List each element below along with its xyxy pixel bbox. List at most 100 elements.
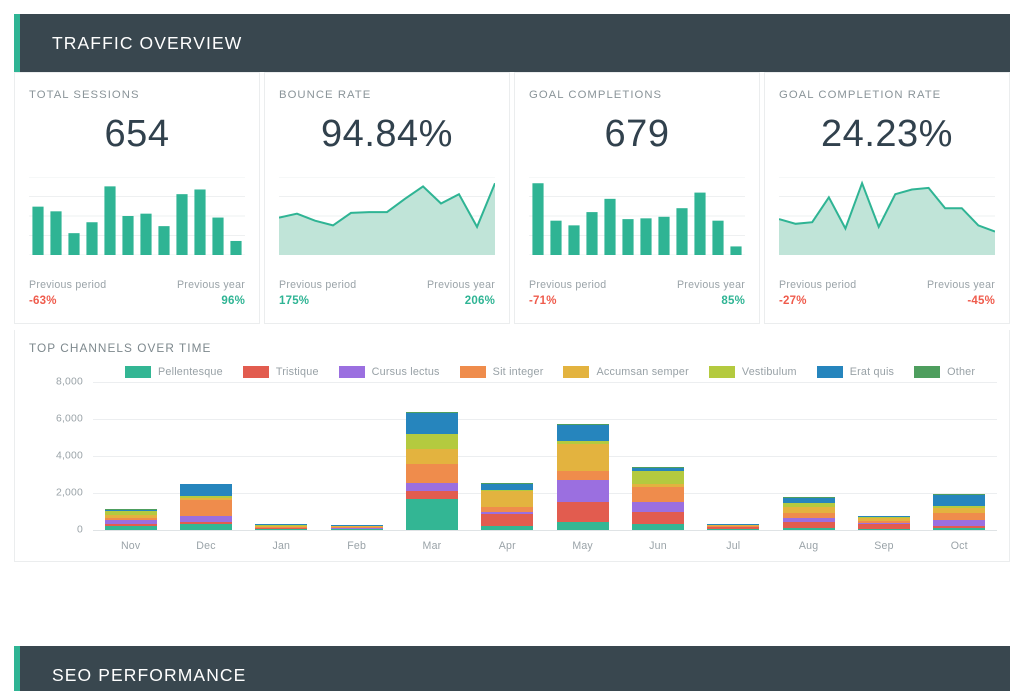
bar-segment[interactable] [631,486,684,503]
bar-segment[interactable] [405,464,458,484]
bar-category-slot: Jan [244,374,319,552]
kpi-comparison-value: -63% [29,295,57,307]
bar-segment[interactable] [933,528,986,530]
bar-segment[interactable] [481,525,534,530]
stacked-bar[interactable] [330,524,383,530]
bar-category-slot: Apr [470,374,545,552]
kpi-card-strip: TOTAL SESSIONS 654 Previous period Previous… [14,72,1010,324]
stacked-bar[interactable] [556,424,609,530]
chart-plot-area: 0 2,000 4,000 6,000 8,000 Nov Dec Jan Feb Mar Apr M… [15,374,1011,560]
section-title-seo: SEO PERFORMANCE [52,664,247,685]
kpi-comparison-label: Previous year [926,279,995,291]
kpi-comparison-label: Previous period [279,279,357,291]
bar-segment[interactable] [556,480,609,502]
x-axis-tick-label: Mar [422,540,442,552]
bar-segment[interactable] [631,471,684,484]
kpi-card: TOTAL SESSIONS 654 Previous period Previous… [14,72,260,324]
bar-segment[interactable] [179,484,232,497]
x-axis-tick-label: May [572,540,593,552]
kpi-comparison-value: -27% [779,295,807,307]
bar-group-container: Nov Dec Jan Feb Mar Apr May Jun Jul Aug Sep Oct [93,374,997,552]
bar-segment[interactable] [330,529,383,530]
bar-segment[interactable] [179,499,232,517]
x-axis-tick-label: Jul [726,540,741,552]
kpi-value: 94.84% [321,113,453,155]
kpi-comparison-label: Previous period [29,279,107,291]
bar-segment[interactable] [631,523,684,530]
x-axis-tick-label: Oct [950,540,968,552]
kpi-sparkline [529,176,745,256]
stacked-bar[interactable] [405,412,458,530]
kpi-value: 654 [104,113,170,155]
kpi-comparison-label: Previous year [676,279,745,291]
bar-category-slot: Aug [771,374,846,552]
stacked-bar[interactable] [104,508,157,530]
kpi-card: GOAL COMPLETIONS 679 Previous period Previo… [514,72,760,324]
bar-segment[interactable] [405,498,458,530]
kpi-comparison: Previous period Previous year 175% 206% [279,279,495,307]
bar-segment[interactable] [933,494,986,506]
y-axis-tick-label: 6,000 [55,413,83,425]
stacked-bar[interactable] [481,483,534,530]
chart-gridline [93,530,997,531]
y-axis-tick-label: 4,000 [55,450,83,462]
bar-segment[interactable] [707,528,760,530]
kpi-card: GOAL COMPLETION RATE 24.23% Previous perio… [764,72,1010,324]
bar-segment[interactable] [104,526,157,530]
bar-segment[interactable] [631,512,684,524]
chart-title: TOP CHANNELS OVER TIME [29,341,212,355]
bar-segment[interactable] [255,528,308,530]
kpi-label: BOUNCE RATE [279,89,372,101]
bar-category-slot: May [545,374,620,552]
bar-category-slot: Mar [394,374,469,552]
kpi-comparison-value: -45% [967,295,995,307]
bar-segment[interactable] [556,444,609,471]
bar-segment[interactable] [405,490,458,499]
stacked-bar[interactable] [857,515,910,530]
kpi-sparkline [778,176,996,256]
x-axis-tick-label: Nov [120,540,141,552]
bar-segment[interactable] [481,514,534,526]
kpi-comparison: Previous period Previous year -27% -45% [779,279,995,307]
kpi-comparison-label: Previous year [426,279,495,291]
stacked-bar[interactable] [933,493,986,530]
bar-segment[interactable] [933,513,986,521]
bar-segment[interactable] [556,425,609,442]
stacked-bar[interactable] [179,483,232,530]
bar-segment[interactable] [405,483,458,491]
stacked-bar[interactable] [255,524,308,530]
bar-category-slot: Sep [846,374,921,552]
section-header-seo: SEO PERFORMANCE [14,646,1010,691]
bar-segment[interactable] [179,523,232,530]
stacked-bar[interactable] [631,466,684,530]
y-axis-tick-label: 8,000 [55,376,83,388]
bar-segment[interactable] [857,528,910,530]
dashboard-page: TRAFFIC OVERVIEW TOTAL SESSIONS 654 Previo… [0,0,1024,691]
x-axis-tick-label: Feb [347,540,367,552]
bar-category-slot: Feb [319,374,394,552]
bar-segment[interactable] [782,527,835,530]
bar-category-slot: Jul [696,374,771,552]
bar-segment[interactable] [631,502,684,513]
bar-segment[interactable] [405,434,458,450]
kpi-sparkline [278,176,496,256]
bar-category-slot: Nov [93,374,168,552]
bar-segment[interactable] [405,413,458,435]
bar-segment[interactable] [481,491,534,507]
x-axis-tick-label: Aug [798,540,819,552]
kpi-comparison-value: -71% [529,295,557,307]
top-channels-panel: TOP CHANNELS OVER TIME Pellentesque Trist… [14,330,1010,562]
bar-segment[interactable] [405,449,458,465]
kpi-sparkline [29,176,245,256]
kpi-comparison-label: Previous period [529,279,607,291]
bar-category-slot: Oct [922,374,997,552]
kpi-comparison-value: 175% [279,295,310,307]
stacked-bar[interactable] [782,497,835,530]
bar-segment[interactable] [556,522,609,530]
x-axis-tick-label: Dec [196,540,216,552]
kpi-comparison-label: Previous year [176,279,245,291]
bar-segment[interactable] [556,470,609,481]
bar-segment[interactable] [556,501,609,523]
stacked-bar[interactable] [707,523,760,530]
kpi-label: GOAL COMPLETIONS [529,89,663,101]
